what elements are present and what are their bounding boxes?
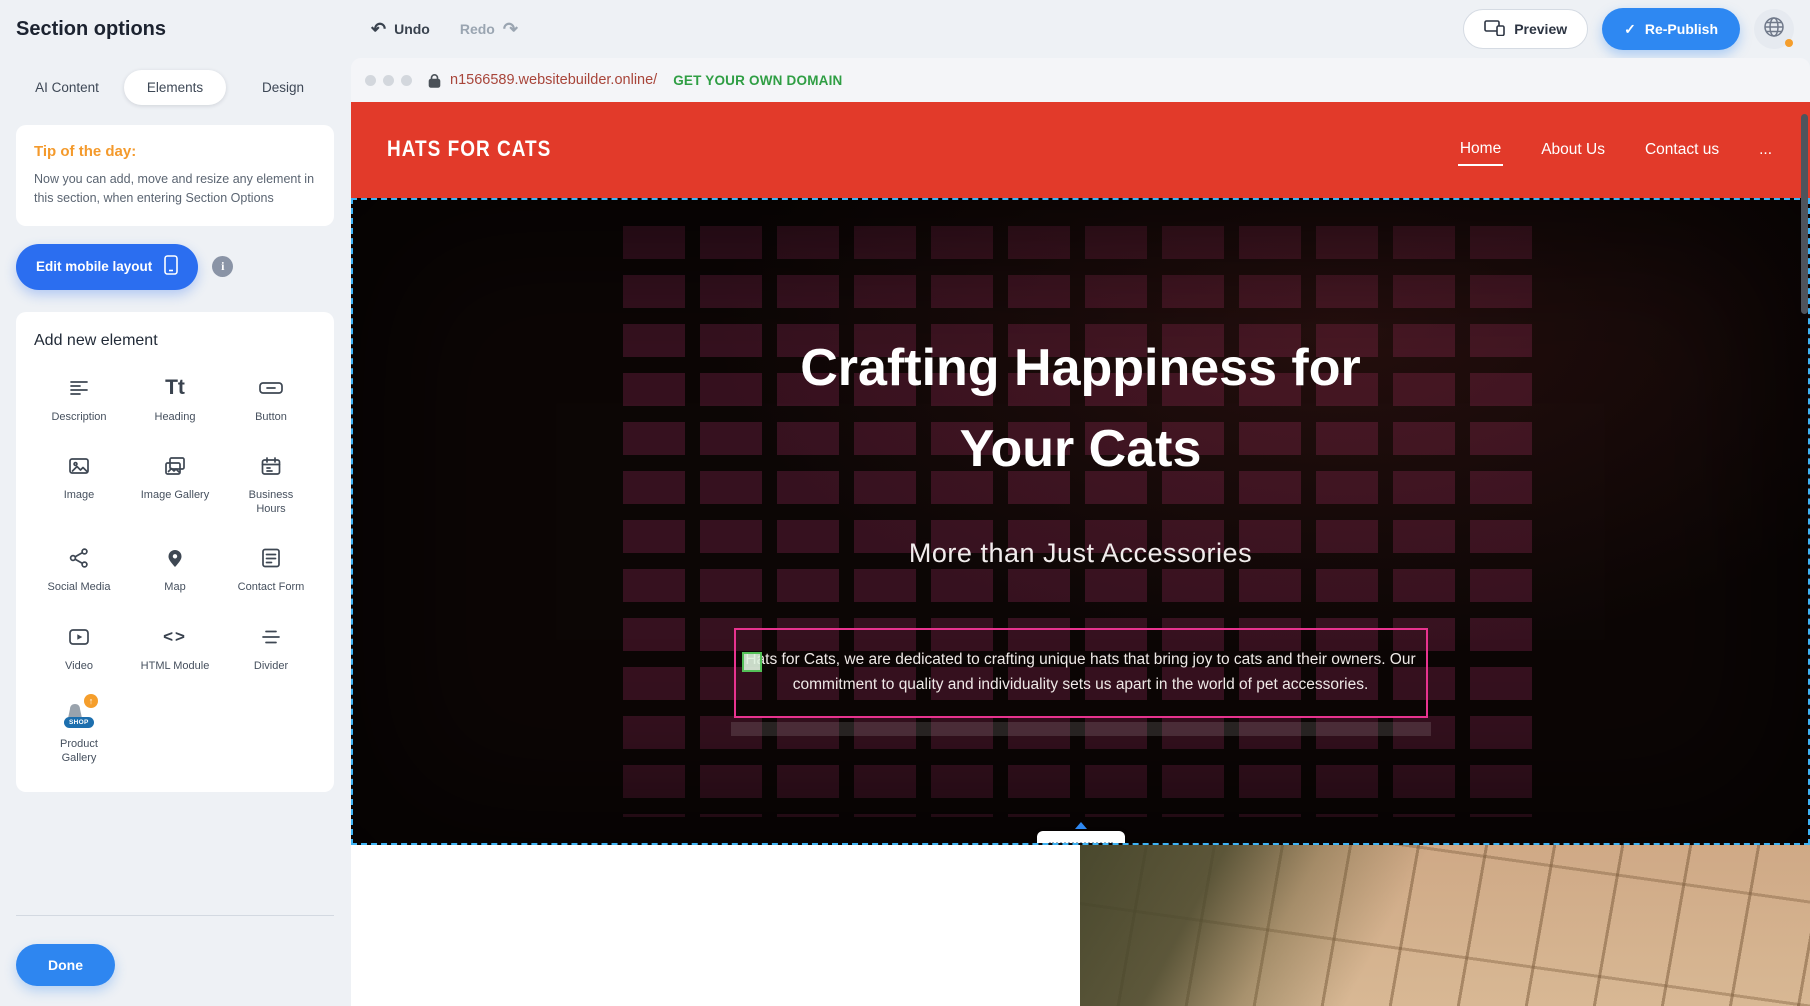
section-options-sidebar: AI Content Elements Design Tip of the da… — [0, 58, 350, 1006]
tip-title: Tip of the day: — [34, 143, 316, 160]
upgrade-badge-icon: ↑ — [84, 694, 98, 708]
undo-button[interactable]: ↶ Undo — [371, 20, 430, 38]
element-business-hours[interactable]: Business Hours — [226, 452, 316, 517]
element-map[interactable]: Map — [130, 544, 220, 594]
phone-icon — [164, 255, 178, 278]
redo-button[interactable]: Redo ↷ — [460, 20, 518, 38]
element-heading[interactable]: Tt Heading — [130, 374, 220, 424]
hero-section-selected[interactable]: Crafting Happiness for Your Cats More th… — [351, 198, 1810, 845]
preview-label: Preview — [1514, 21, 1567, 37]
globe-icon — [1762, 15, 1786, 44]
site-nav: Home About Us Contact us ... — [1458, 134, 1774, 166]
site-logo[interactable]: HATS FOR CATS — [387, 137, 551, 163]
resize-dotted-line — [1049, 842, 1113, 844]
html-module-icon: <> — [163, 623, 187, 651]
redo-icon: ↷ — [503, 20, 518, 38]
element-product-gallery[interactable]: SHOP ↑ Product Gallery — [34, 701, 124, 766]
tip-of-the-day-card: Tip of the day: Now you can add, move an… — [16, 125, 334, 226]
tab-elements[interactable]: Elements — [124, 70, 226, 105]
element-resize-handle[interactable] — [742, 652, 762, 672]
republish-label: Re-Publish — [1645, 21, 1718, 37]
element-video[interactable]: Video — [34, 623, 124, 673]
hero-subheading[interactable]: More than Just Accessories — [909, 538, 1252, 569]
video-icon — [67, 623, 91, 651]
element-html-module[interactable]: <> HTML Module — [130, 623, 220, 673]
image-icon — [67, 452, 91, 480]
editor-canvas: n1566589.websitebuilder.online/ GET YOUR… — [351, 58, 1810, 1006]
topbar: Section options ↶ Undo Redo ↷ Preview ✓ … — [0, 0, 1810, 58]
product-gallery-icon: SHOP ↑ — [60, 701, 98, 729]
tip-body: Now you can add, move and resize any ele… — [34, 170, 316, 208]
add-element-title: Add new element — [34, 332, 316, 350]
nav-home[interactable]: Home — [1458, 134, 1503, 166]
canvas-scrollbar[interactable] — [1800, 58, 1808, 1006]
scrollbar-thumb[interactable] — [1801, 114, 1808, 314]
paving-photo — [1080, 845, 1810, 1006]
site-url[interactable]: n1566589.websitebuilder.online/ — [450, 72, 657, 88]
element-image-gallery[interactable]: Image Gallery — [130, 452, 220, 517]
element-contact-form[interactable]: Contact Form — [226, 544, 316, 594]
history-controls: ↶ Undo Redo ↷ — [371, 20, 518, 38]
shop-badge: SHOP — [64, 717, 94, 728]
edit-mobile-layout-button[interactable]: Edit mobile layout — [16, 244, 198, 290]
heading-icon: Tt — [165, 374, 185, 402]
next-section[interactable] — [351, 845, 1810, 1006]
element-social-media[interactable]: Social Media — [34, 544, 124, 594]
social-media-icon — [67, 544, 91, 572]
lock-icon — [428, 73, 441, 88]
edit-mobile-row: Edit mobile layout i — [16, 244, 334, 290]
map-pin-icon — [163, 544, 187, 572]
description-icon — [67, 374, 91, 402]
hero-paragraph-selected[interactable]: Hats for Cats, we are dedicated to craft… — [734, 628, 1428, 718]
window-dot — [365, 75, 376, 86]
element-grid: Description Tt Heading Button Ima — [34, 374, 316, 766]
republish-button[interactable]: ✓ Re-Publish — [1602, 8, 1740, 50]
business-hours-icon — [259, 452, 283, 480]
undo-label: Undo — [394, 21, 430, 37]
divider-icon — [259, 623, 283, 651]
section-resize-handle[interactable] — [1037, 831, 1125, 845]
add-element-card: Add new element Description Tt Heading — [16, 312, 334, 792]
element-divider[interactable]: Divider — [226, 623, 316, 673]
edit-mobile-label: Edit mobile layout — [36, 259, 152, 274]
window-dot — [383, 75, 394, 86]
contact-form-icon — [259, 544, 283, 572]
devices-icon — [1484, 20, 1505, 39]
element-description[interactable]: Description — [34, 374, 124, 424]
nav-more[interactable]: ... — [1757, 135, 1774, 165]
paragraph-ghost-bar — [731, 722, 1431, 736]
info-icon[interactable]: i — [212, 256, 233, 277]
element-image[interactable]: Image — [34, 452, 124, 517]
browser-chrome-bar: n1566589.websitebuilder.online/ GET YOUR… — [351, 58, 1810, 102]
notification-dot — [1785, 39, 1793, 47]
window-dot — [401, 75, 412, 86]
get-domain-link[interactable]: GET YOUR OWN DOMAIN — [673, 73, 842, 88]
site-header: HATS FOR CATS Home About Us Contact us .… — [351, 102, 1810, 198]
hero-heading[interactable]: Crafting Happiness for Your Cats — [751, 328, 1411, 489]
element-button[interactable]: Button — [226, 374, 316, 424]
undo-icon: ↶ — [371, 20, 386, 38]
page-title: Section options — [16, 18, 166, 41]
tab-ai-content[interactable]: AI Content — [16, 70, 118, 105]
sidebar-tabs: AI Content Elements Design — [16, 70, 334, 105]
hero-paragraph-text[interactable]: Hats for Cats, we are dedicated to craft… — [744, 648, 1418, 698]
check-icon: ✓ — [1624, 21, 1636, 38]
sidebar-divider — [16, 915, 334, 916]
nav-about-us[interactable]: About Us — [1539, 135, 1607, 165]
preview-button[interactable]: Preview — [1463, 9, 1588, 49]
window-control-dots — [365, 75, 412, 86]
done-button[interactable]: Done — [16, 944, 115, 986]
tab-design[interactable]: Design — [232, 70, 334, 105]
language-globe-button[interactable] — [1754, 9, 1794, 49]
image-gallery-icon — [163, 452, 187, 480]
topbar-actions: Preview ✓ Re-Publish — [1463, 8, 1794, 50]
nav-contact-us[interactable]: Contact us — [1643, 135, 1721, 165]
redo-label: Redo — [460, 21, 495, 37]
button-icon — [258, 374, 284, 402]
website-builder-app: Section options ↶ Undo Redo ↷ Preview ✓ … — [0, 0, 1810, 1006]
